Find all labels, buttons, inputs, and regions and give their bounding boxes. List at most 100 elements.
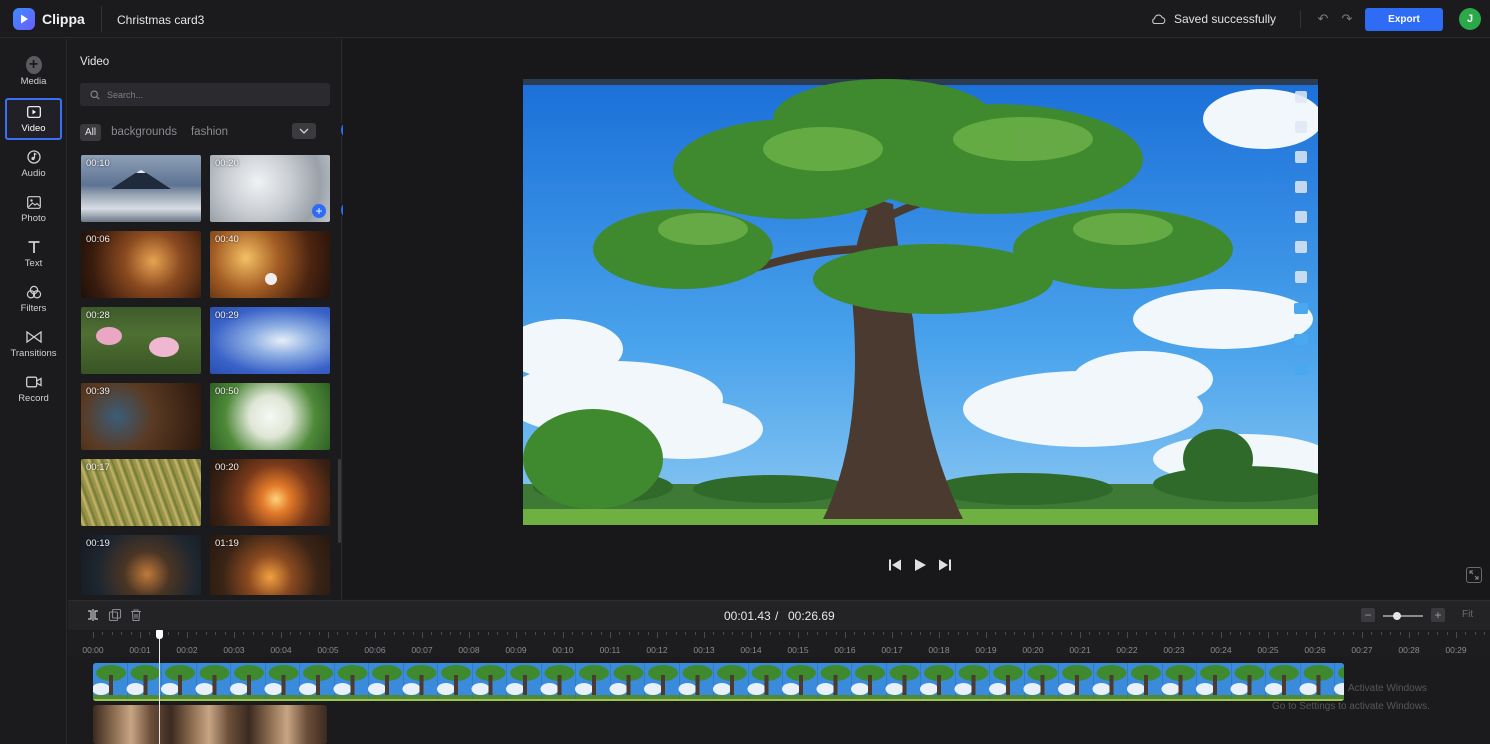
scrollbar[interactable] [338,459,341,543]
sidebar-item-transitions[interactable]: Transitions [5,323,62,365]
ruler-tick [751,632,752,638]
brand-name: Clippa [42,11,85,27]
filters-icon [26,284,42,300]
transitions-icon [25,329,42,345]
ruler-tick [1362,632,1363,638]
duplicate-icon[interactable] [108,608,122,622]
ruler-tick [1296,632,1298,635]
ruler-tick [1249,632,1251,635]
ruler-tick [450,632,452,635]
ruler-tick [1033,632,1034,638]
ruler-tick [1211,632,1213,635]
sidebar-item-text[interactable]: Text [5,233,62,275]
video-thumbnail[interactable]: 00:10 [81,155,201,222]
overlay-track-clip[interactable] [93,705,327,744]
category-chips: All backgrounds fashion [80,122,228,142]
video-thumbnail[interactable]: 00:20 [210,459,330,526]
split-icon[interactable] [86,608,100,622]
ruler-tick-label: 00:06 [364,645,386,655]
video-thumbnail[interactable]: 00:40 [210,231,330,298]
ruler-tick [1230,632,1232,635]
export-button[interactable]: Export [1365,8,1443,31]
ruler-tick-label: 00:27 [1351,645,1373,655]
video-thumbnail[interactable]: 00:28 [81,307,201,374]
playhead-handle[interactable] [156,630,163,639]
ruler-tick-label: 00:13 [693,645,715,655]
ruler-tick [798,632,799,638]
filmstrip-frame [402,663,438,701]
ruler-tick [168,632,170,635]
filmstrip-frame [713,663,748,701]
video-thumbnail[interactable]: 00:20 + [210,155,330,222]
sidebar-item-video[interactable]: Video [5,98,62,140]
ruler-tick [1089,632,1091,635]
filmstrip-frame [195,663,231,701]
filmstrip-frame [1161,663,1197,701]
clippa-logo-icon[interactable] [13,8,35,30]
music-note-icon [26,149,42,165]
chip-fashion[interactable]: fashion [191,126,228,138]
video-thumbnail[interactable]: 01:19 [210,535,330,595]
chip-backgrounds[interactable]: backgrounds [111,126,177,138]
play-icon[interactable] [913,558,929,574]
clip-duration: 00:06 [86,234,110,245]
sidebar-item-media[interactable]: + Media [5,51,62,93]
video-track-clip[interactable] [93,663,1344,701]
fullscreen-icon[interactable] [1466,567,1482,583]
ruler-tick-label: 00:12 [646,645,668,655]
video-thumbnail[interactable]: 00:29 [210,307,330,374]
zoom-in-button[interactable]: + [1431,608,1445,622]
ruler-tick [741,632,743,635]
add-clip-button[interactable]: + [312,204,326,218]
video-thumbnail[interactable]: 00:50 [210,383,330,450]
sidebar-item-audio[interactable]: Audio [5,143,62,185]
sidebar-item-photo[interactable]: Photo [5,188,62,230]
video-thumbnail[interactable]: 00:06 [81,231,201,298]
filmstrip-frame [609,663,645,701]
filmstrip-frame [747,663,783,701]
zoom-out-button[interactable]: − [1361,608,1375,622]
chevron-down-icon[interactable] [292,123,316,139]
ruler-tick [779,632,781,635]
lotus-shape [96,327,122,345]
search-box[interactable] [80,83,330,106]
ruler-tick [365,632,367,635]
ruler-tick [516,632,517,638]
fit-button[interactable]: Fit [1462,609,1473,620]
ruler-tick [337,632,339,635]
undo-icon[interactable]: ↶ [1316,12,1330,26]
sidebar-item-filters[interactable]: Filters [5,278,62,320]
video-thumbnail[interactable]: 00:17 [81,459,201,526]
ruler-tick-label: 00:22 [1116,645,1138,655]
ruler-tick [816,632,818,635]
zoom-slider[interactable] [1383,615,1423,617]
clip-duration: 00:10 [86,158,110,169]
ruler-tick-label: 00:29 [1445,645,1467,655]
skip-back-icon[interactable] [888,558,904,574]
ruler-tick [121,632,123,635]
clip-duration: 00:29 [215,310,239,321]
ruler-tick [1390,632,1392,635]
zoom-slider-knob[interactable] [1393,612,1401,620]
avatar[interactable]: J [1459,8,1481,30]
clip-duration: 00:50 [215,386,239,397]
project-name[interactable]: Christmas card3 [117,13,204,27]
skip-forward-icon[interactable] [938,558,954,574]
playhead[interactable] [159,631,160,744]
redo-icon[interactable]: ↷ [1340,12,1354,26]
ruler-tick [1315,632,1316,638]
sidebar-item-record[interactable]: Record [5,368,62,410]
video-thumbnail[interactable]: 00:19 [81,535,201,595]
search-input[interactable] [107,89,307,100]
snowman-shape [265,273,277,285]
ruler-tick [920,632,922,635]
video-thumbnail[interactable]: 00:39 [81,383,201,450]
save-status-text: Saved successfully [1174,12,1277,26]
ruler-tick [1183,632,1185,635]
video-preview[interactable] [523,79,1318,525]
lotus-shape [149,337,179,357]
trash-icon[interactable] [129,608,143,622]
filmstrip-frame [161,663,196,701]
chip-all[interactable]: All [80,123,102,141]
ruler-tick [854,632,856,635]
